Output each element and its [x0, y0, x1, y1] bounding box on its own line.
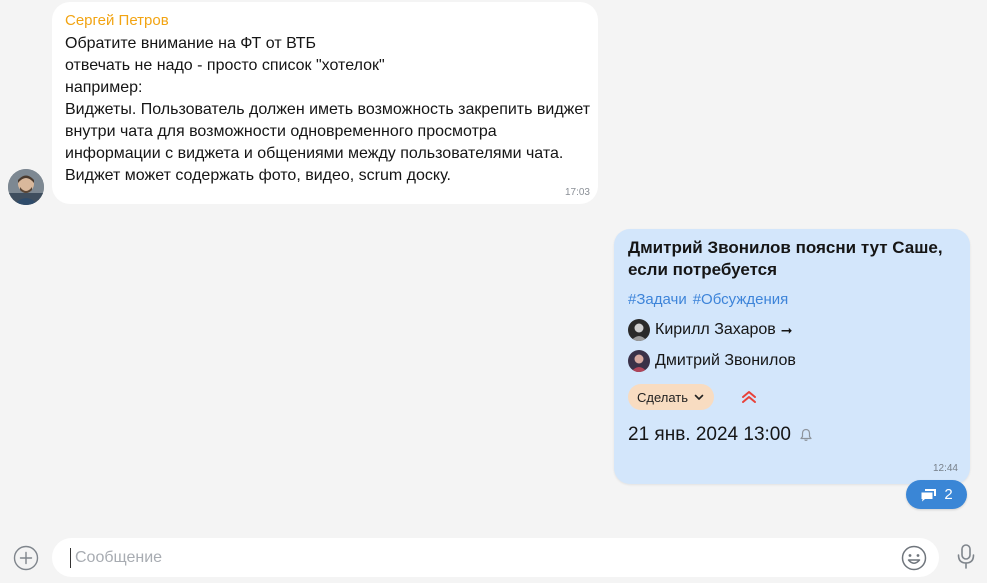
message-composer: [52, 538, 939, 577]
user-avatar-icon: [628, 350, 650, 372]
assignee-name: Дмитрий Звонилов: [655, 352, 796, 369]
thread-count: 2: [944, 486, 953, 503]
text-caret: [70, 547, 71, 568]
priority-high-icon: [742, 391, 757, 403]
emoji-icon[interactable]: [901, 545, 927, 571]
chevron-down-icon: [694, 394, 704, 400]
message-time: 12:44: [932, 463, 958, 474]
task-assigner[interactable]: Кирилл Захаров ➞: [628, 319, 956, 341]
incoming-message[interactable]: Сергей Петров Обратите внимание на ФТ от…: [52, 2, 598, 204]
add-attachment-icon[interactable]: [13, 545, 39, 571]
thread-replies-icon: [921, 488, 937, 501]
message-line: отвечать не надо - просто список "хотело…: [65, 57, 385, 74]
sender-avatar[interactable]: [8, 169, 44, 205]
thread-replies-button[interactable]: 2: [906, 480, 967, 509]
assigner-name: Кирилл Захаров: [655, 321, 776, 338]
message-line: внутри чата для возможности одновременно…: [65, 123, 497, 140]
task-due-date[interactable]: 21 янв. 2024 13:00: [628, 424, 956, 446]
task-assignee[interactable]: Дмитрий Звонилов: [628, 350, 956, 372]
message-line: информации с виджета и общениями между п…: [65, 145, 564, 162]
message-line: например:: [65, 79, 143, 96]
task-title-line: если потребуется: [628, 260, 778, 279]
message-line: Виджет может содержать фото, видео, scru…: [65, 167, 451, 184]
user-avatar-icon: [628, 319, 650, 341]
arrow-right-icon: ➞: [780, 321, 793, 338]
task-title: Дмитрий Звонилов поясни тут Саше, если п…: [628, 237, 956, 281]
task-status-dropdown[interactable]: Сделать: [628, 384, 715, 410]
message-line: Обратите внимание на ФТ от ВТБ: [65, 35, 316, 52]
task-message[interactable]: Дмитрий Звонилов поясни тут Саше, если п…: [614, 229, 970, 484]
task-tags: #Задачи #Обсуждения: [628, 290, 956, 310]
task-title-line: Дмитрий Звонилов поясни тут Саше,: [628, 238, 943, 257]
due-date-text: 21 янв. 2024 13:00: [628, 424, 791, 445]
message-input[interactable]: [73, 547, 901, 568]
task-status-label: Сделать: [637, 389, 689, 405]
task-actions: Сделать: [628, 384, 956, 410]
tag-link[interactable]: #Задачи: [628, 291, 687, 308]
message-line: Виджеты. Пользователь должен иметь возмо…: [65, 101, 591, 118]
sender-name[interactable]: Сергей Петров: [65, 12, 585, 30]
microphone-icon[interactable]: [955, 543, 977, 571]
tag-link[interactable]: #Обсуждения: [693, 291, 789, 308]
message-time: 17:03: [564, 187, 590, 198]
bell-icon[interactable]: [799, 428, 813, 442]
